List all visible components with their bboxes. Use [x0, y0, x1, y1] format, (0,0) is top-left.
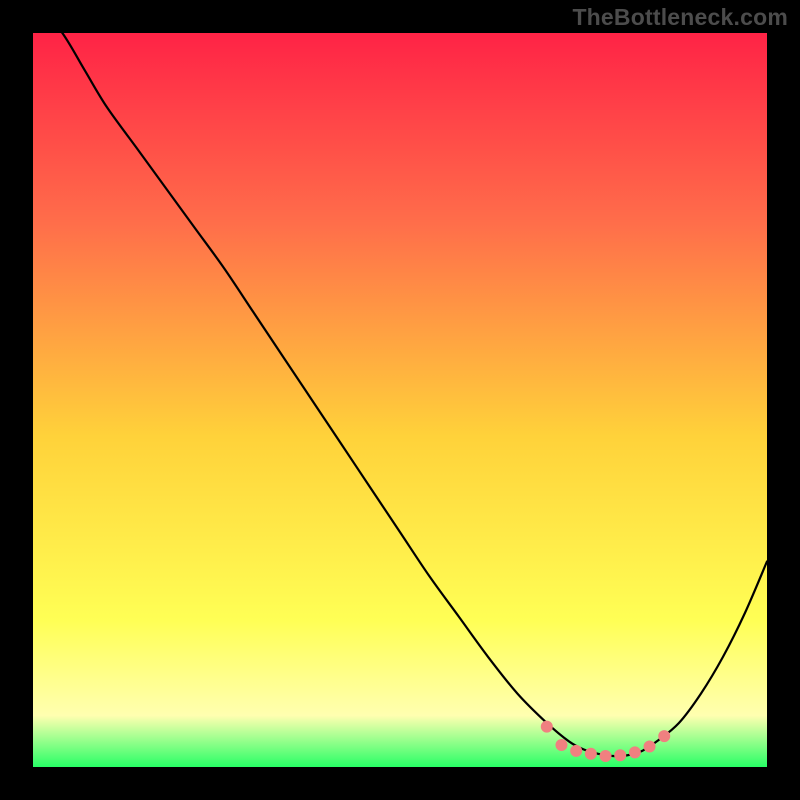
marker-dot [644, 741, 655, 752]
watermark-text: TheBottleneck.com [572, 4, 788, 31]
plot-area [33, 33, 767, 767]
marker-dot [629, 747, 640, 758]
marker-dot [659, 731, 670, 742]
marker-dot [556, 739, 567, 750]
marker-dot [571, 745, 582, 756]
marker-dot [600, 750, 611, 761]
marker-dot [615, 750, 626, 761]
marker-dot [585, 748, 596, 759]
marker-dot [541, 721, 552, 732]
plot-svg [33, 33, 767, 767]
gradient-background [33, 33, 767, 767]
chart-container: TheBottleneck.com [0, 0, 800, 800]
